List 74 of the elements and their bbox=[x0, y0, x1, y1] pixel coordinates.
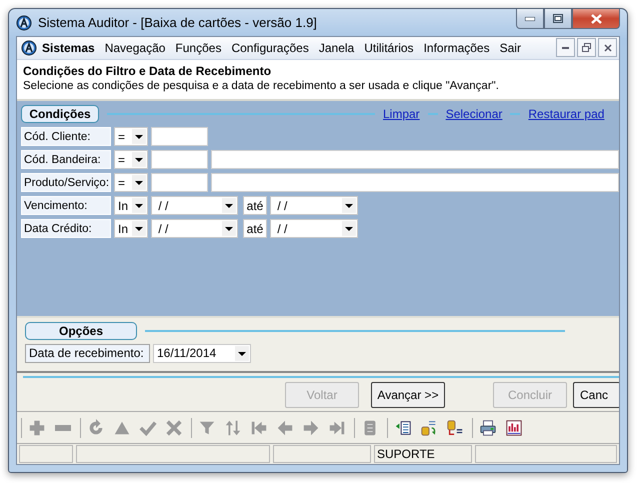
menu-item[interactable]: Janela bbox=[314, 40, 360, 55]
operator-select[interactable]: In bbox=[114, 219, 148, 238]
right-arrow-icon bbox=[302, 418, 320, 437]
date-select[interactable]: / / bbox=[270, 219, 358, 238]
toolbar-button[interactable] bbox=[445, 418, 465, 438]
list-icon bbox=[394, 418, 412, 437]
printer-icon bbox=[479, 418, 497, 437]
input-field[interactable] bbox=[211, 150, 619, 169]
first-record-icon bbox=[250, 418, 268, 437]
menu-item[interactable]: Informações bbox=[418, 40, 495, 55]
minimize-icon bbox=[562, 46, 569, 49]
header-subtitle: Selecione as condições de pesquisa e a data de recebimento a ser usada e clique "Avançar". bbox=[23, 80, 500, 92]
header-title: Condições do Filtro e Data de Recebimento bbox=[23, 64, 272, 78]
operator-select[interactable]: In bbox=[114, 196, 148, 215]
input-field[interactable] bbox=[151, 127, 208, 146]
menu-item[interactable]: Sistemas bbox=[37, 40, 100, 55]
app-logo-icon bbox=[16, 14, 32, 30]
sort-arrows-icon bbox=[224, 418, 242, 437]
minimize-button[interactable] bbox=[556, 38, 575, 58]
filter-icon bbox=[198, 418, 216, 437]
date-select[interactable]: / / bbox=[151, 219, 238, 238]
input-field[interactable] bbox=[151, 150, 208, 169]
field-label: Cód. Bandeira: bbox=[21, 150, 111, 169]
database-transfer-icon bbox=[420, 418, 438, 437]
wizard-button[interactable]: Canc bbox=[573, 382, 619, 408]
field-label: Produto/Serviço: bbox=[21, 173, 111, 192]
field-label: Data de recebimento: bbox=[25, 344, 150, 363]
restore-button[interactable] bbox=[577, 38, 596, 58]
range-label: até bbox=[243, 219, 267, 238]
minimize-button[interactable] bbox=[516, 9, 544, 29]
menu-item[interactable]: Sair bbox=[494, 40, 526, 55]
restore-icon bbox=[582, 43, 591, 52]
date-select[interactable]: / / bbox=[151, 196, 238, 215]
maximize-icon bbox=[553, 14, 563, 23]
maximize-button[interactable] bbox=[544, 9, 572, 29]
menu-item[interactable]: Funções bbox=[170, 40, 226, 55]
close-button[interactable] bbox=[598, 38, 617, 58]
wizard-button[interactable]: Avançar >> bbox=[371, 382, 445, 408]
toolbar-button[interactable] bbox=[504, 418, 524, 438]
operator-select[interactable]: = bbox=[114, 127, 148, 146]
operator-select[interactable]: = bbox=[114, 173, 148, 192]
bar-chart-icon bbox=[505, 418, 523, 437]
date-select[interactable]: 16/11/2014 bbox=[153, 344, 251, 363]
input-field[interactable] bbox=[151, 173, 208, 192]
field-label: Data Crédito: bbox=[21, 219, 111, 238]
field-label: Cód. Cliente: bbox=[21, 127, 111, 146]
link[interactable]: Restaurar pad bbox=[528, 107, 604, 121]
link[interactable]: Limpar bbox=[383, 107, 420, 121]
menu-item[interactable]: Utilitários bbox=[359, 40, 419, 55]
plus-icon bbox=[28, 418, 46, 437]
window-title: Sistema Auditor - [Baixa de cartões - versão 1.9] bbox=[38, 15, 318, 30]
field-label: Vencimento: bbox=[21, 196, 111, 215]
app-logo-icon bbox=[21, 40, 37, 56]
status-user: SUPORTE bbox=[374, 445, 472, 464]
close-button[interactable] bbox=[572, 9, 620, 29]
link[interactable]: Selecionar bbox=[446, 107, 502, 121]
close-icon bbox=[590, 14, 602, 24]
cross-icon bbox=[165, 418, 183, 437]
operator-select[interactable]: = bbox=[114, 150, 148, 169]
menu-item[interactable]: Navegação bbox=[100, 40, 170, 55]
minus-icon bbox=[55, 424, 71, 431]
input-field[interactable] bbox=[211, 173, 619, 192]
menu-item[interactable]: Configurações bbox=[226, 40, 314, 55]
date-select[interactable]: / / bbox=[270, 196, 358, 215]
refresh-icon bbox=[87, 418, 105, 437]
range-label: até bbox=[243, 196, 267, 215]
left-arrow-icon bbox=[276, 418, 294, 437]
toolbar-button[interactable] bbox=[478, 418, 498, 438]
check-icon bbox=[139, 418, 157, 437]
status-pane bbox=[19, 445, 73, 464]
database-list-icon bbox=[446, 418, 464, 437]
close-icon bbox=[604, 44, 612, 52]
minimize-icon bbox=[525, 16, 535, 20]
last-record-icon bbox=[328, 418, 346, 437]
